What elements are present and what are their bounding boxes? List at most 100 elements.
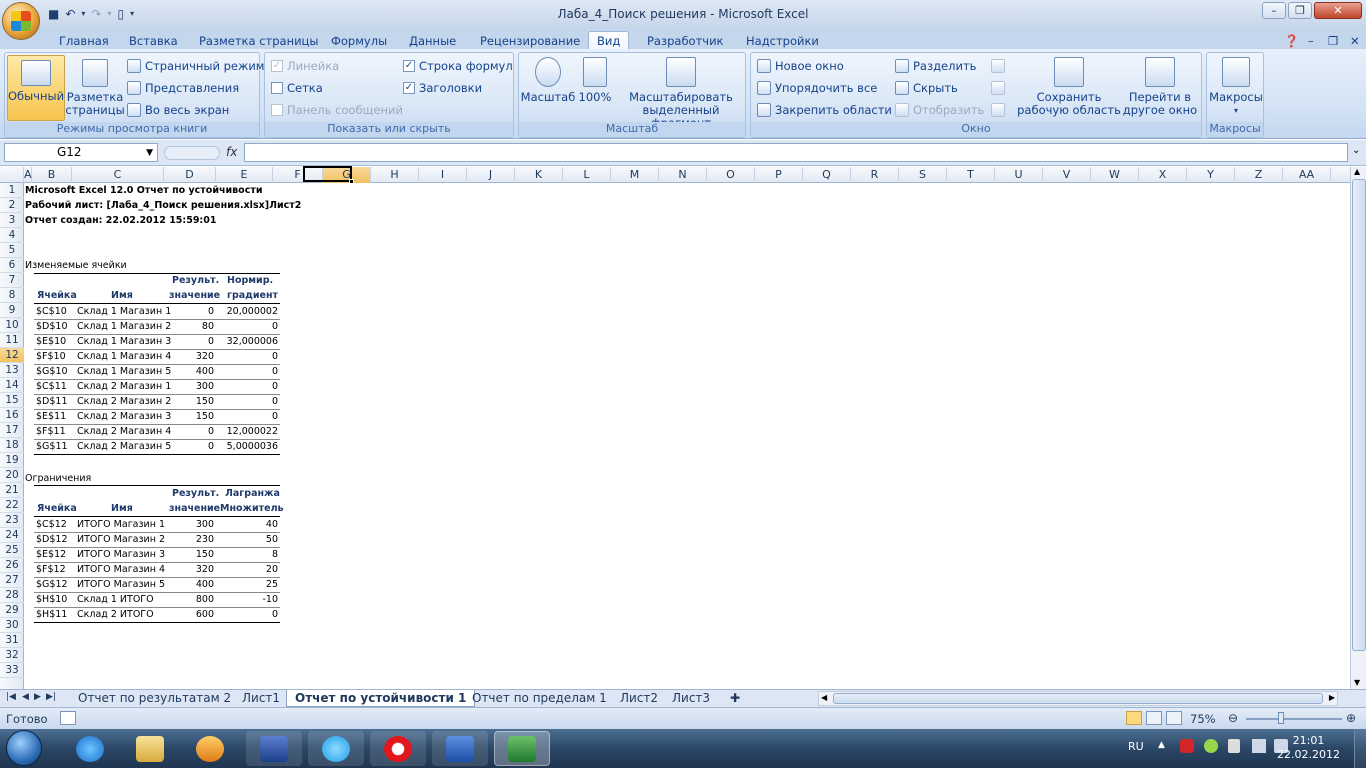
zoom-slider-track[interactable]	[1246, 718, 1342, 720]
column-header-n[interactable]: N	[659, 167, 707, 183]
row-header-10[interactable]: 10	[0, 318, 24, 333]
row-header-8[interactable]: 8	[0, 288, 24, 303]
row-header-12[interactable]: 12	[0, 348, 24, 363]
taskbar-media[interactable]	[182, 731, 238, 766]
fullscreen-button[interactable]: Во весь экран	[127, 103, 229, 117]
column-header-i[interactable]: I	[419, 167, 467, 183]
row-header-18[interactable]: 18	[0, 438, 24, 453]
sync-scroll-button[interactable]	[991, 81, 1005, 95]
tab-developer[interactable]: Разработчик	[647, 31, 724, 50]
taskbar-excel[interactable]	[494, 731, 550, 766]
gridlines-checkbox[interactable]: Сетка	[271, 81, 323, 95]
row-header-28[interactable]: 28	[0, 588, 24, 603]
taskbar-explorer[interactable]	[122, 731, 178, 766]
macro-record-icon[interactable]	[60, 711, 76, 725]
tab-home[interactable]: Главная	[59, 31, 109, 50]
formula-bar-checkbox[interactable]: ✓ Строка формул	[403, 59, 513, 73]
column-header-q[interactable]: Q	[803, 167, 851, 183]
vertical-scrollbar[interactable]: ▲ ▼	[1350, 167, 1366, 689]
expand-formula-icon[interactable]: ⌄	[1352, 145, 1360, 156]
row-header-5[interactable]: 5	[0, 243, 24, 258]
column-header-v[interactable]: V	[1043, 167, 1091, 183]
headings-checkbox[interactable]: ✓ Заголовки	[403, 81, 482, 95]
split-button[interactable]: Разделить	[895, 59, 976, 73]
row-header-29[interactable]: 29	[0, 603, 24, 618]
usb-tray-icon[interactable]	[1228, 739, 1240, 753]
restore-button[interactable]: ❐	[1288, 2, 1312, 19]
column-header-j[interactable]: J	[467, 167, 515, 183]
prev-sheet-icon[interactable]: ◀	[22, 692, 29, 702]
reset-position-button[interactable]	[991, 103, 1005, 117]
row-header-13[interactable]: 13	[0, 363, 24, 378]
name-box[interactable]: G12 ▼	[4, 143, 158, 162]
macros-button[interactable]: Макросы ▾	[1209, 57, 1263, 117]
horizontal-scrollbar[interactable]: ◀ ▶	[818, 691, 1338, 706]
zoom-button[interactable]: Масштаб	[521, 57, 575, 104]
sheet-tab-results-2[interactable]: Отчет по результатам 2	[70, 690, 239, 707]
zoom-in-icon[interactable]: ⊕	[1346, 711, 1356, 725]
row-header-15[interactable]: 15	[0, 393, 24, 408]
start-button[interactable]	[6, 730, 42, 766]
active-cell-g12[interactable]	[303, 166, 354, 184]
ruler-checkbox[interactable]: ✓ Линейка	[271, 59, 339, 73]
tab-insert[interactable]: Вставка	[129, 31, 178, 50]
horizontal-scroll-thumb[interactable]	[833, 693, 1323, 704]
tab-addins[interactable]: Надстройки	[746, 31, 819, 50]
row-header-25[interactable]: 25	[0, 543, 24, 558]
row-header-27[interactable]: 27	[0, 573, 24, 588]
ribbon-restore-icon[interactable]: ❐	[1328, 31, 1338, 50]
ribbon-close-icon[interactable]: ✕	[1350, 31, 1360, 50]
worksheet-grid[interactable]: Microsoft Excel 12.0 Отчет по устойчивос…	[24, 183, 1350, 689]
taskbar-word[interactable]	[432, 731, 488, 766]
hide-window-button[interactable]: Скрыть	[895, 81, 958, 95]
normal-view-status-icon[interactable]	[1126, 711, 1142, 725]
freeze-panes-button[interactable]: Закрепить области▾	[757, 103, 900, 117]
tray-expand-icon[interactable]: ▲	[1158, 740, 1165, 750]
column-header-l[interactable]: L	[563, 167, 611, 183]
column-header-aa[interactable]: AA	[1283, 167, 1331, 183]
sheet-tab-stability-1[interactable]: Отчет по устойчивости 1	[286, 690, 476, 707]
row-header-19[interactable]: 19	[0, 453, 24, 468]
column-header-p[interactable]: P	[755, 167, 803, 183]
insert-sheet-icon[interactable]: ✚	[722, 690, 748, 707]
help-icon[interactable]: ❓	[1284, 31, 1299, 50]
column-header-c[interactable]: C	[72, 167, 164, 183]
column-header-y[interactable]: Y	[1187, 167, 1235, 183]
zoom-out-icon[interactable]: ⊖	[1228, 711, 1238, 725]
row-header-1[interactable]: 1	[0, 183, 24, 198]
tab-view[interactable]: Вид	[588, 31, 630, 50]
tab-review[interactable]: Рецензирование	[480, 31, 580, 50]
scroll-right-icon[interactable]: ▶	[1329, 693, 1335, 702]
show-desktop-button[interactable]	[1354, 729, 1366, 768]
column-header-h[interactable]: H	[371, 167, 419, 183]
zoom-100-button[interactable]: 100%	[577, 57, 613, 104]
next-sheet-icon[interactable]: ▶	[34, 692, 41, 702]
network-tray-icon[interactable]	[1204, 739, 1218, 753]
page-layout-view-button[interactable]: Разметка страницы	[65, 59, 125, 117]
column-header-k[interactable]: K	[515, 167, 563, 183]
sheet-tab-list3[interactable]: Лист3	[664, 690, 718, 707]
antivirus-tray-icon[interactable]	[1180, 739, 1194, 753]
page-break-view-button[interactable]: Страничный режим	[127, 59, 264, 73]
row-header-24[interactable]: 24	[0, 528, 24, 543]
row-header-32[interactable]: 32	[0, 648, 24, 663]
taskbar-ie[interactable]	[62, 731, 118, 766]
column-header-a[interactable]: A	[24, 167, 32, 183]
row-header-16[interactable]: 16	[0, 408, 24, 423]
language-indicator[interactable]: RU	[1128, 740, 1144, 753]
ribbon-minimize-icon[interactable]: –	[1308, 31, 1314, 50]
custom-views-button[interactable]: Представления	[127, 81, 239, 95]
tab-formulas[interactable]: Формулы	[331, 31, 387, 50]
column-header-x[interactable]: X	[1139, 167, 1187, 183]
last-sheet-icon[interactable]: ▶|	[46, 692, 56, 702]
column-header-w[interactable]: W	[1091, 167, 1139, 183]
column-header-z[interactable]: Z	[1235, 167, 1283, 183]
taskbar-app-floppy[interactable]	[246, 731, 302, 766]
minimize-button[interactable]: –	[1262, 2, 1286, 19]
tab-data[interactable]: Данные	[409, 31, 456, 50]
formula-input[interactable]	[244, 143, 1348, 162]
column-header-s[interactable]: S	[899, 167, 947, 183]
fill-handle[interactable]	[349, 179, 354, 184]
sheet-tab-list2[interactable]: Лист2	[612, 690, 666, 707]
taskbar-clock[interactable]: 21:01 22.02.2012	[1277, 734, 1340, 762]
